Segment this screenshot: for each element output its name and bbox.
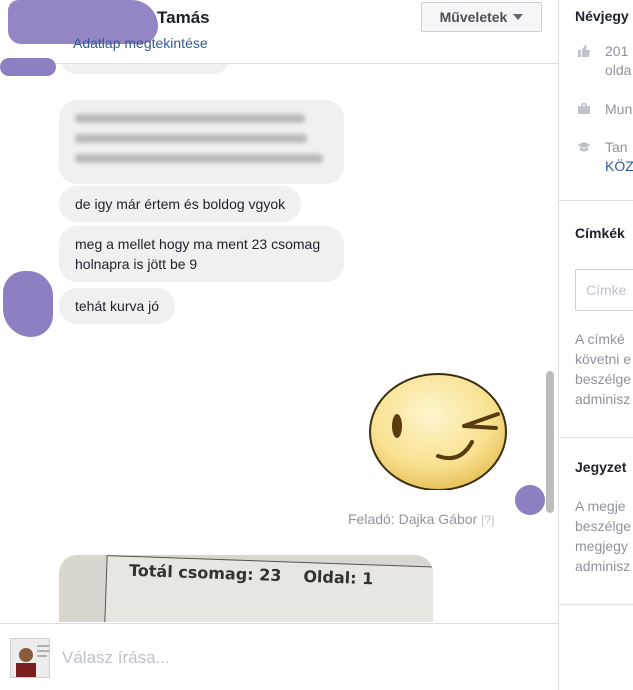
message-bubble: meg a mellet hogy ma ment 23 csomag holn… [59,226,344,282]
contact-name: Tamás [157,8,210,27]
blurred-text [75,154,323,163]
labels-description: A címké követni e beszélge adminisz [575,329,631,409]
reply-input[interactable] [62,648,532,668]
info-row: 201 olda [577,42,631,80]
info-row: Tan KÖZ [577,138,633,176]
photo-page: Oldal: 1 [303,566,374,589]
desc-line: A címké [575,331,625,347]
briefcase-icon [578,103,590,114]
labels-title: Címkék [575,225,625,241]
about-title: Névjegy [575,8,629,24]
help-link[interactable]: [?] [481,513,494,527]
desc-line: követni e [575,351,632,367]
desc-line: megjegy [575,538,628,554]
divider [559,604,633,605]
actions-label: Műveletek [439,9,508,25]
graduation-cap-icon [577,142,591,152]
seen-avatar [515,485,545,515]
info-text: 201 [605,43,629,59]
avatar-image [11,639,49,677]
caret-down-icon [513,14,524,20]
like-icon [578,45,590,57]
notes-description: A megje beszélge megjegy adminisz [575,496,631,576]
redaction-blob [3,271,53,337]
user-avatar [10,638,50,678]
info-text: Tan [605,139,628,155]
divider [559,200,633,201]
info-text: Mun [605,101,633,117]
sender-info: Feladó: Dajka Gábor [?] [348,511,494,527]
sender-label: Feladó: Dajka Gábor [348,511,478,527]
scrollbar-thumb[interactable] [546,371,554,513]
school-link[interactable]: KÖZ [605,157,633,176]
right-sidebar: Névjegy 201 olda Mun Tan KÖZ Címkék Címke … [558,0,633,690]
label-input[interactable]: Címke [575,269,633,311]
message-bubble-blurred [59,100,344,184]
blurred-text [75,134,307,143]
view-profile-link[interactable]: Adatlap megtekintése [73,35,208,51]
composer [0,623,558,690]
redaction-blob [0,58,56,76]
message-thread[interactable]: de igy már értem és boldog vgyok meg a m… [0,64,558,622]
info-row: Mun [577,100,632,119]
info-text: olda [605,62,632,78]
desc-line: A megje [575,498,626,514]
conversation-header: Tamás Adatlap megtekintése Műveletek [0,0,558,64]
message-bubble-partial [59,64,231,74]
actions-dropdown-button[interactable]: Műveletek [421,2,542,32]
desc-line: adminisz [575,558,631,574]
conversation-panel: Tamás Adatlap megtekintése Műveletek de … [0,0,558,690]
wink-sticker[interactable] [368,370,508,490]
notes-title: Jegyzet [575,459,627,475]
photo-attachment[interactable]: Totál csomag: 23 Oldal: 1 [59,555,433,622]
divider [559,437,633,438]
message-bubble: de igy már értem és boldog vgyok [59,186,302,222]
message-bubble: tehát kurva jó [59,288,176,324]
desc-line: beszélge [575,371,632,387]
desc-line: adminisz [575,391,631,407]
desc-line: beszélge [575,518,632,534]
blurred-text [75,114,305,123]
